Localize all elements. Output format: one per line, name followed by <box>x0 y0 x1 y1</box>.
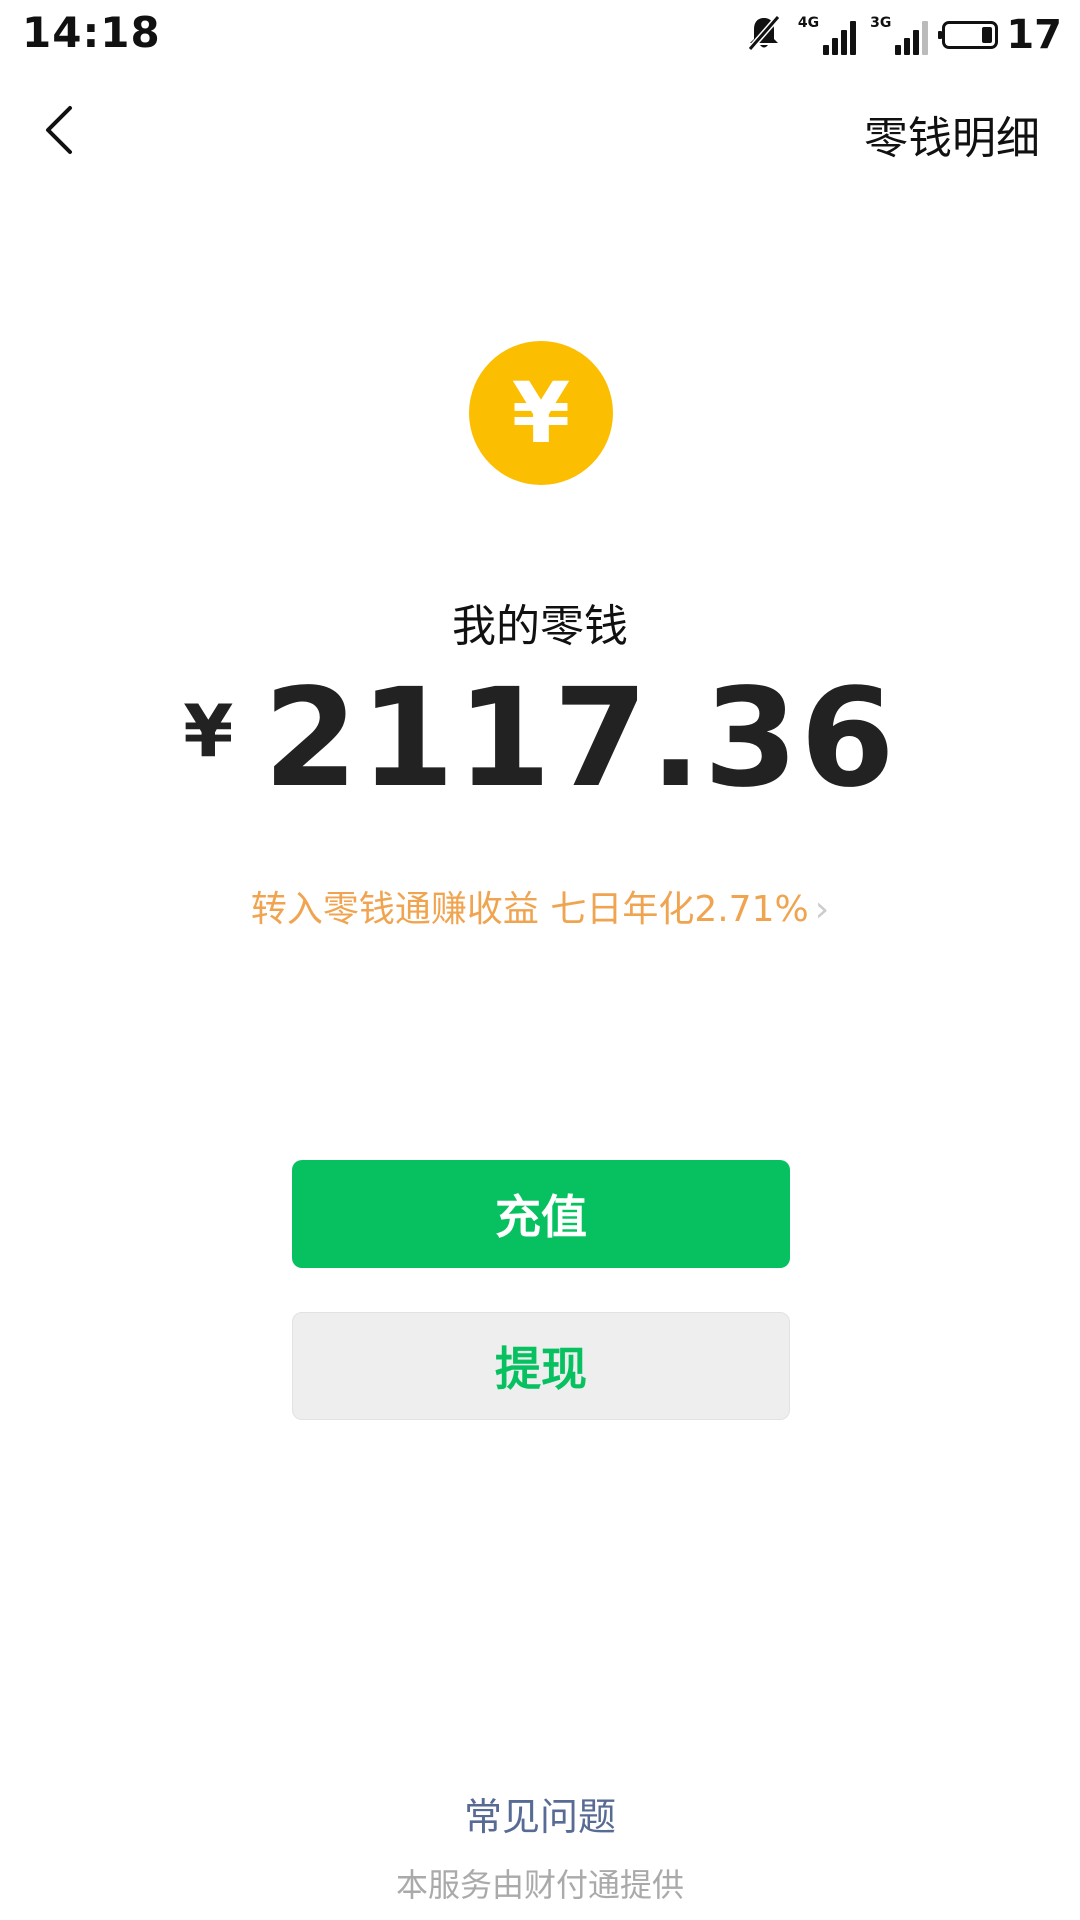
signal-4g-icon: 4G <box>797 15 857 55</box>
chevron-right-icon: › <box>814 889 830 930</box>
withdraw-button[interactable]: 提现 <box>292 1312 790 1420</box>
signal-3g-icon: 3G <box>870 15 929 55</box>
balance-amount: 2117.36 <box>263 660 897 818</box>
status-time: 14:18 <box>22 8 161 57</box>
recharge-button[interactable]: 充值 <box>292 1160 790 1268</box>
lingqiantong-promo-link[interactable]: 转入零钱通赚收益 七日年化2.71% › <box>0 880 1080 932</box>
currency-symbol: ¥ <box>183 689 234 773</box>
battery-icon <box>938 21 999 49</box>
battery-indicator: 17 <box>938 12 1062 58</box>
wallet-screen: 14:18 4G 3G 17 零钱明细 ¥ 我的零钱 ¥ 2117.36 转入零… <box>0 0 1080 1920</box>
network-type-1: 4G <box>797 15 820 31</box>
provider-note: 本服务由财付通提供 <box>395 1866 684 1904</box>
faq-link[interactable]: 常见问题 <box>0 1786 1080 1841</box>
network-type-2: 3G <box>870 15 892 31</box>
status-bar: 14:18 4G 3G 17 <box>0 0 1080 70</box>
chevron-left-icon <box>46 106 72 154</box>
bell-muted-icon <box>744 13 784 57</box>
battery-level: 17 <box>1006 12 1062 58</box>
balance-detail-link[interactable]: 零钱明细 <box>864 102 1040 166</box>
yuan-coin-icon: ¥ <box>469 341 613 485</box>
balance-display: ¥ 2117.36 <box>0 660 1080 818</box>
status-icons: 4G 3G 17 <box>744 10 1062 60</box>
back-button[interactable] <box>30 100 90 160</box>
promo-text: 转入零钱通赚收益 七日年化2.71% <box>250 889 809 930</box>
balance-title: 我的零钱 <box>452 601 628 652</box>
